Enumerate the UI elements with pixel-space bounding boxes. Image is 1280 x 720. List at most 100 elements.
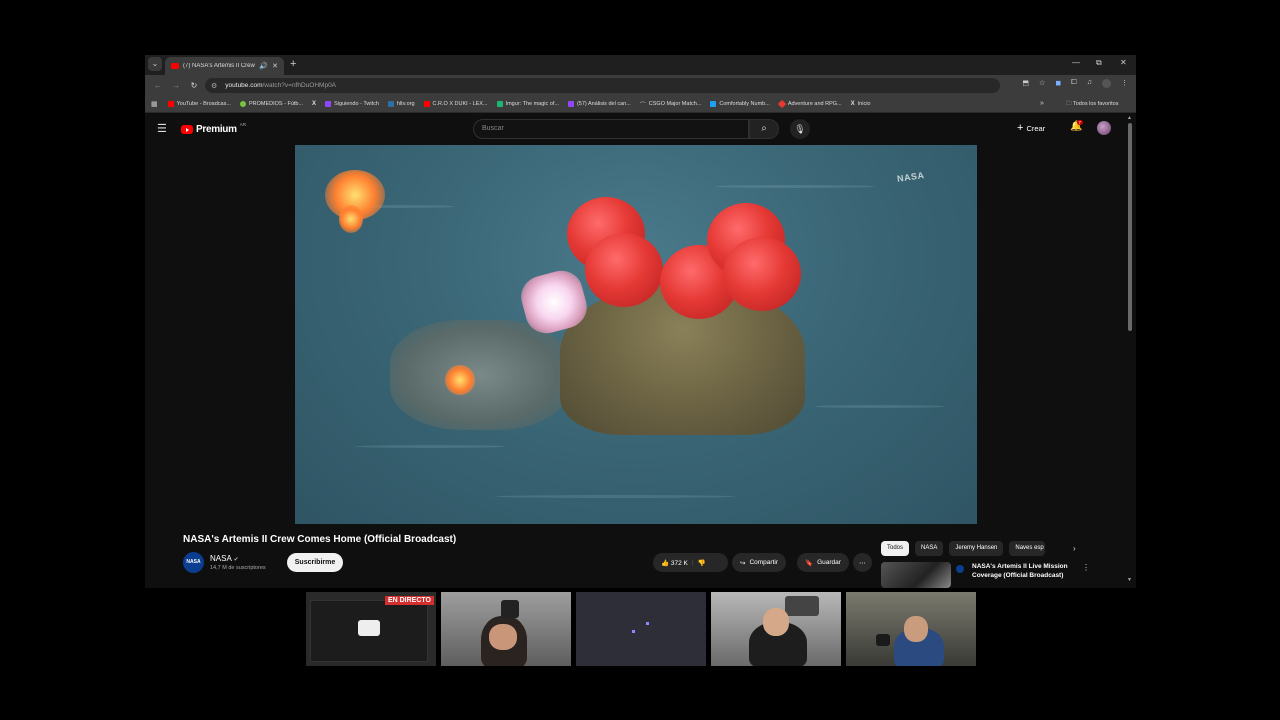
url-host: youtube.com: [225, 82, 263, 89]
minimize-icon[interactable]: —: [1072, 58, 1080, 67]
page-scrollbar[interactable]: ▲ ▼: [1127, 115, 1133, 585]
folder-icon: 🗀: [1066, 101, 1073, 107]
save-button[interactable]: 🔖 Guardar: [797, 553, 849, 572]
all-bookmarks-folder[interactable]: 🗀 Todos los favoritos: [1066, 100, 1119, 109]
bookmark-item[interactable]: (57) Análisis del can...: [567, 101, 631, 107]
tab-strip: ⌄ (7) NASA's Artemis II Crew ... 🔊 ✕ + —…: [145, 55, 1136, 75]
microphone: [876, 634, 890, 646]
bookmark-label: hltv.org: [396, 101, 415, 107]
bookmark-item[interactable]: hltv.org: [387, 101, 415, 107]
reload-icon[interactable]: ↻: [189, 81, 199, 90]
video-player[interactable]: NASA: [295, 145, 977, 524]
browser-window: ⌄ (7) NASA's Artemis II Crew ... 🔊 ✕ + —…: [145, 55, 1136, 588]
bookmark-item[interactable]: X Inicio: [851, 101, 871, 107]
scroll-down-icon[interactable]: ▼: [1127, 577, 1132, 583]
tab-search-icon[interactable]: ⌄: [148, 57, 162, 71]
address-bar[interactable]: ⚙ youtube.com/watch?v=nfhDuOHMp0A: [205, 78, 1000, 93]
bookmarks-overflow-icon[interactable]: »: [1040, 100, 1044, 107]
promiedos-icon: [239, 101, 246, 107]
bookmark-label: C.R.O X DUKI - LEX...: [432, 101, 488, 107]
chrome-menu-icon[interactable]: ⋮: [1121, 79, 1128, 88]
wave: [355, 445, 505, 448]
subscriber-count: 14,7 M de suscriptores: [210, 565, 266, 571]
wave: [815, 405, 945, 408]
more-vertical-icon[interactable]: ⋮: [1082, 563, 1090, 572]
light-glare: [339, 205, 363, 233]
bookmark-item[interactable]: ⌒ CSGO Major Match...: [640, 100, 702, 109]
bookmark-item[interactable]: X: [312, 101, 316, 107]
webcam-streamer-2: [711, 592, 841, 666]
bookmark-star-icon[interactable]: ☆: [1039, 79, 1045, 88]
extension-icon[interactable]: ◼: [1055, 79, 1061, 88]
chevron-right-icon[interactable]: ›: [1073, 544, 1076, 553]
new-tab-button[interactable]: +: [290, 58, 296, 70]
bookmark-label: YouTube - Broadcas...: [176, 101, 231, 107]
hltv-icon: [387, 101, 394, 107]
channel-name[interactable]: NASA ✔: [210, 554, 239, 563]
scroll-thumb[interactable]: [1128, 123, 1132, 331]
bookmark-item[interactable]: Comfortably Numb...: [710, 101, 770, 107]
create-button[interactable]: + Crear: [1017, 122, 1045, 134]
bookmark-label: Siguiendo - Twitch: [334, 101, 379, 107]
divider: |: [691, 559, 694, 566]
microphone-icon[interactable]: 🎙: [790, 119, 810, 139]
save-label: Guardar: [817, 559, 841, 566]
extensions-puzzle-icon[interactable]: ⧠: [1071, 79, 1077, 88]
twitch-icon: [325, 101, 332, 107]
youtube-header: ☰ Premium AR Buscar ⌕ 🎙 + Crear 🔔 7: [145, 113, 1136, 145]
close-window-icon[interactable]: ✕: [1120, 58, 1127, 67]
forward-icon[interactable]: →: [171, 81, 181, 90]
chip-naves-espaciales[interactable]: Naves esp: [1009, 541, 1046, 556]
media-control-icon[interactable]: ♫: [1087, 79, 1092, 88]
search-input[interactable]: Buscar: [473, 119, 749, 139]
recommended-thumbnail[interactable]: [881, 562, 951, 588]
install-app-icon[interactable]: ⬒: [1022, 79, 1029, 88]
bookmark-item[interactable]: Imgur: The magic of...: [496, 101, 559, 107]
avatar[interactable]: [1097, 121, 1111, 135]
chair: [501, 600, 519, 618]
face: [489, 624, 517, 650]
subscribe-button[interactable]: Suscribirme: [287, 553, 343, 572]
apps-grid-icon[interactable]: ▦: [151, 100, 158, 108]
channel-avatar[interactable]: NASA: [183, 552, 204, 573]
chip-jeremy-hansen[interactable]: Jeremy Hansen: [949, 541, 1004, 556]
youtube-icon: [423, 101, 430, 107]
chip-nasa[interactable]: NASA: [915, 541, 944, 556]
verified-icon: ✔: [233, 557, 239, 563]
bookmark-item[interactable]: Adventure and RPG...: [777, 99, 842, 109]
bookmark-item[interactable]: PROMEDIOS - Fútb...: [239, 101, 303, 107]
recovery-boat: [390, 320, 570, 430]
share-button[interactable]: ↪ Compartir: [732, 553, 786, 572]
restore-icon[interactable]: ⧉: [1096, 58, 1102, 68]
logo-text: Premium: [196, 124, 237, 135]
scroll-up-icon[interactable]: ▲: [1127, 115, 1132, 121]
chip-todos[interactable]: Todos: [881, 541, 910, 556]
menu-icon[interactable]: ☰: [157, 122, 167, 135]
back-icon[interactable]: ←: [153, 81, 163, 90]
bookmark-item[interactable]: YouTube - Broadcas...: [167, 101, 231, 107]
bookmark-label: Imgur: The magic of...: [505, 101, 559, 107]
notification-badge: 7: [1077, 120, 1083, 125]
thumbs-up-icon: 👍: [661, 559, 670, 567]
like-count: 372 K: [670, 559, 688, 567]
youtube-logo[interactable]: Premium AR: [181, 122, 246, 135]
tab-active[interactable]: (7) NASA's Artemis II Crew ... 🔊 ✕: [165, 57, 284, 75]
light-dot: [646, 622, 649, 625]
search-icon[interactable]: ⌕: [749, 119, 779, 139]
speaker-icon[interactable]: 🔊: [259, 62, 268, 70]
thumbs-down-icon[interactable]: 👎: [698, 559, 706, 567]
tab-close-icon[interactable]: ✕: [272, 62, 278, 70]
site-info-icon[interactable]: ⚙: [211, 82, 217, 90]
bookmark-item[interactable]: C.R.O X DUKI - LEX...: [423, 101, 488, 107]
like-button[interactable]: 👍 372 K: [661, 559, 688, 567]
more-actions-button[interactable]: ⋯: [853, 553, 872, 572]
monitor-icon: [358, 620, 380, 636]
youtube-favicon-icon: [171, 63, 179, 69]
light-glare: [445, 365, 475, 395]
video-title: NASA's Artemis II Crew Comes Home (Offic…: [183, 534, 457, 545]
country-code: AR: [239, 122, 246, 127]
link-icon: ⌒: [639, 102, 646, 109]
bookmark-item[interactable]: Siguiendo - Twitch: [325, 101, 379, 107]
recommended-title[interactable]: NASA's Artemis II Live Mission Coverage …: [972, 562, 1077, 580]
profile-icon[interactable]: [1102, 79, 1111, 88]
